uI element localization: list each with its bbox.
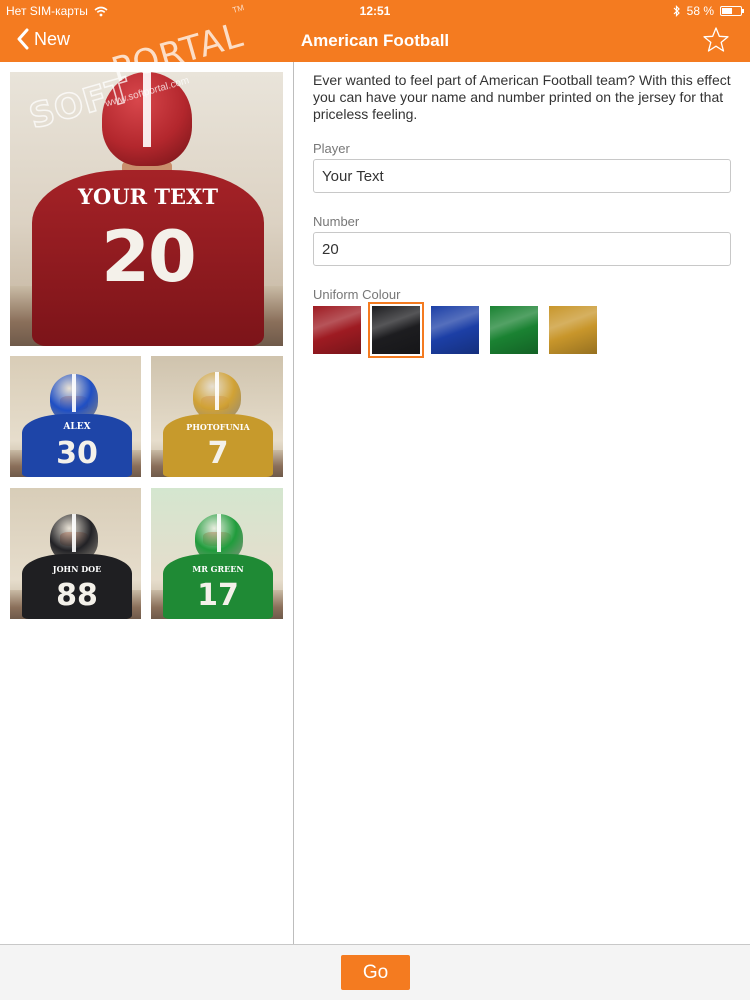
jersey-number: 7 bbox=[207, 436, 229, 471]
player-input[interactable] bbox=[313, 159, 731, 193]
jersey: MR GREEN 17 bbox=[163, 554, 273, 619]
jersey-name: ALEX bbox=[63, 422, 91, 432]
bluetooth-icon bbox=[673, 5, 680, 17]
colour-swatch-gold[interactable] bbox=[549, 306, 597, 354]
example-thumbnail[interactable]: JOHN DOE 88 bbox=[10, 488, 141, 619]
number-label: Number bbox=[313, 214, 360, 229]
header-bar: Нет SIM-карты 12:51 58 % New American Fo… bbox=[0, 0, 750, 62]
jersey-number: 17 bbox=[197, 578, 239, 613]
player-label: Player bbox=[313, 141, 350, 156]
preview-main[interactable]: YOUR TEXT 20 bbox=[10, 72, 283, 346]
status-bar: Нет SIM-карты 12:51 58 % bbox=[0, 0, 750, 22]
number-input[interactable] bbox=[313, 232, 731, 266]
colour-swatch-black[interactable] bbox=[368, 302, 424, 358]
battery-level bbox=[722, 8, 733, 14]
go-button[interactable]: Go bbox=[341, 955, 410, 990]
effect-gallery: YOUR TEXT 20 ALEX 30 PHOTOFUNIA 7 JOHN D… bbox=[0, 62, 293, 944]
jersey-number: 88 bbox=[56, 578, 98, 613]
star-icon[interactable] bbox=[702, 26, 730, 54]
clock: 12:51 bbox=[359, 4, 391, 18]
app-root: Нет SIM-карты 12:51 58 % New American Fo… bbox=[0, 0, 750, 1000]
helmet bbox=[102, 72, 192, 166]
bottom-bar: Go bbox=[0, 944, 750, 1000]
jersey-name: MR GREEN bbox=[192, 564, 244, 574]
example-thumbnail[interactable]: ALEX 30 bbox=[10, 356, 141, 477]
example-thumbnail[interactable]: PHOTOFUNIA 7 bbox=[151, 356, 283, 477]
jersey: JOHN DOE 88 bbox=[22, 554, 132, 619]
helmet bbox=[193, 372, 241, 420]
jersey-name: JOHN DOE bbox=[52, 564, 102, 574]
jersey: ALEX 30 bbox=[22, 414, 132, 477]
colour-swatch-green[interactable] bbox=[490, 306, 538, 354]
uniform-colour-label: Uniform Colour bbox=[313, 287, 401, 302]
navigation-bar: New American Football bbox=[0, 22, 750, 62]
jersey: YOUR TEXT 20 bbox=[32, 170, 264, 346]
jersey-number: 30 bbox=[56, 436, 98, 471]
colour-swatch-red[interactable] bbox=[313, 306, 361, 354]
colour-swatch-blue[interactable] bbox=[431, 306, 479, 354]
example-thumbnail[interactable]: MR GREEN 17 bbox=[151, 488, 283, 619]
jersey: PHOTOFUNIA 7 bbox=[163, 414, 273, 477]
effect-settings: Ever wanted to feel part of American Foo… bbox=[294, 62, 750, 944]
effect-description: Ever wanted to feel part of American Foo… bbox=[313, 72, 731, 122]
battery-icon bbox=[720, 6, 744, 16]
jersey-name: YOUR TEXT bbox=[78, 184, 218, 209]
jersey-number: 20 bbox=[101, 216, 196, 298]
page-title: American Football bbox=[300, 31, 450, 50]
jersey-name: PHOTOFUNIA bbox=[186, 422, 250, 432]
uniform-colour-picker bbox=[313, 302, 613, 358]
battery-percent: 58 % bbox=[686, 4, 714, 18]
